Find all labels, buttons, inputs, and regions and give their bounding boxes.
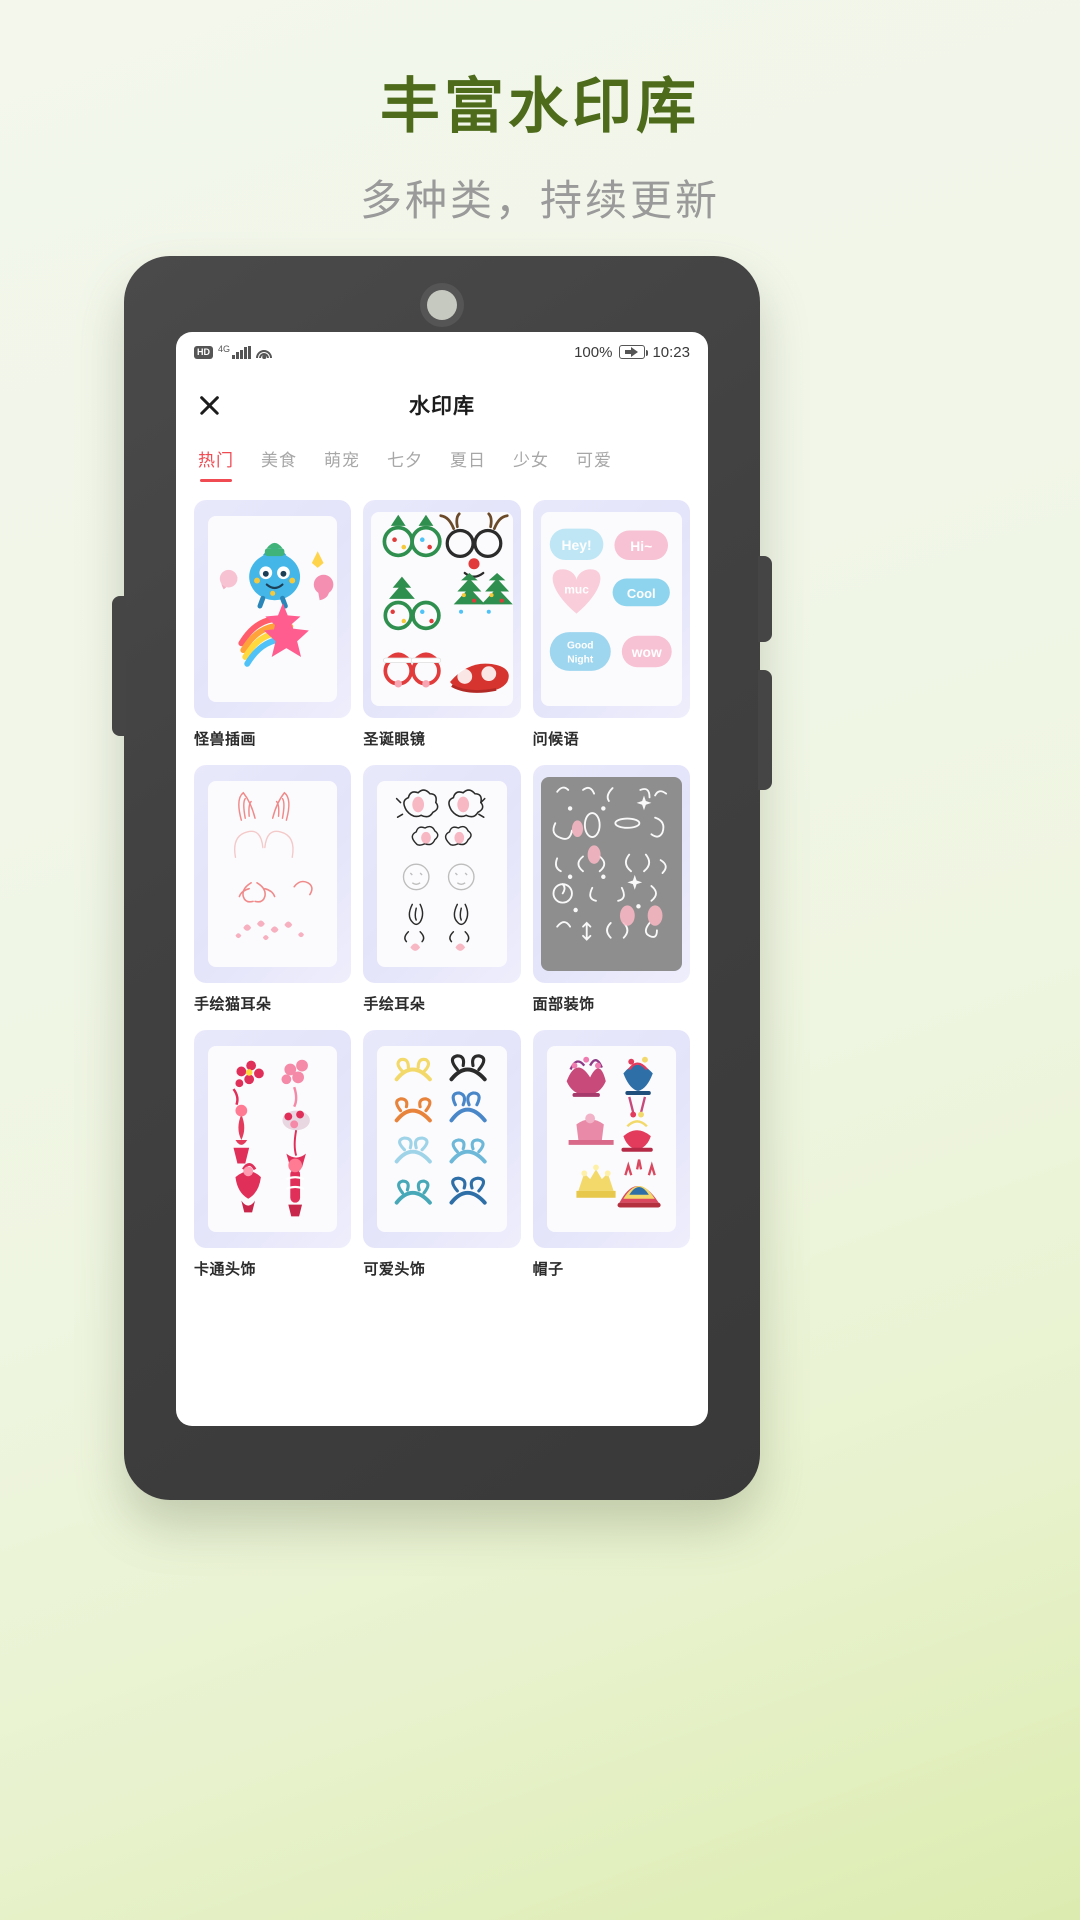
watermark-card-cute-headbands[interactable]: 可爱头饰 xyxy=(363,1030,521,1279)
thumbnail-inner xyxy=(540,777,682,971)
watermark-grid: 怪兽插画 圣诞眼镜 Hey! Hi~ muc Cool Good Night w… xyxy=(176,490,708,1426)
promo-header: 丰富水印库 多种类，持续更新 xyxy=(0,0,1080,228)
phone-side-button-left[interactable] xyxy=(112,596,126,736)
thumbnail[interactable] xyxy=(363,765,521,983)
monster-illustration-icon xyxy=(208,516,337,702)
hand-drawn-ears-icon xyxy=(377,781,506,967)
sticker-text-hi: Hi~ xyxy=(630,538,652,554)
network-type-label: 4G xyxy=(218,343,231,354)
greeting-stickers-icon: Hey! Hi~ muc Cool Good Night wow xyxy=(541,512,682,706)
sticker-text-night: Night xyxy=(567,655,594,666)
tab-food[interactable]: 美食 xyxy=(261,446,297,482)
thumbnail[interactable] xyxy=(194,1030,352,1248)
sticker-text-muc: muc xyxy=(564,582,589,596)
card-label: 面部装饰 xyxy=(532,996,595,1013)
card-label: 圣诞眼镜 xyxy=(363,731,426,748)
thumbnail[interactable] xyxy=(363,1030,521,1248)
wifi-icon xyxy=(256,346,273,359)
thumbnail-inner xyxy=(377,1046,507,1232)
thumbnail[interactable] xyxy=(194,765,352,983)
sticker-text-good: Good xyxy=(567,641,594,652)
phone-power-button[interactable] xyxy=(758,670,772,790)
watermark-card-hand-ears[interactable]: 手绘耳朵 xyxy=(363,765,521,1014)
signal-strength-bars xyxy=(232,345,251,359)
watermark-card-cat-ears[interactable]: 手绘猫耳朵 xyxy=(194,765,352,1014)
watermark-card-greetings[interactable]: Hey! Hi~ muc Cool Good Night wow 问候语 xyxy=(532,500,690,749)
cartoon-headwear-icon xyxy=(208,1046,337,1232)
watermark-card-monster[interactable]: 怪兽插画 xyxy=(194,500,352,749)
status-bar-right: 100% 10:23 xyxy=(574,344,690,361)
close-icon[interactable] xyxy=(196,392,222,418)
card-label: 怪兽插画 xyxy=(194,731,257,748)
thumbnail[interactable]: Hey! Hi~ muc Cool Good Night wow xyxy=(532,500,690,718)
tab-summer[interactable]: 夏日 xyxy=(450,446,486,482)
page-subtitle: 多种类，持续更新 xyxy=(359,177,720,224)
hand-drawn-cat-ears-icon xyxy=(208,781,337,967)
watermark-card-face-deco[interactable]: 面部装饰 xyxy=(532,765,690,1014)
app-bar-title: 水印库 xyxy=(409,395,475,418)
status-bar: HD 4G 100% 10:23 xyxy=(176,332,708,372)
thumbnail[interactable] xyxy=(363,500,521,718)
christmas-glasses-icon xyxy=(371,512,513,706)
tab-hot[interactable]: 热门 xyxy=(198,446,234,482)
card-label: 手绘猫耳朵 xyxy=(194,996,272,1013)
tab-cute[interactable]: 可爱 xyxy=(576,446,612,482)
page-title: 丰富水印库 xyxy=(380,73,700,140)
sticker-text-hey: Hey! xyxy=(561,537,591,553)
phone-screen: HD 4G 100% 10:23 水印库 热门 美食 萌宠 七夕 夏日 少女 可… xyxy=(176,332,708,1426)
card-label: 可爱头饰 xyxy=(363,1261,426,1278)
sticker-text-wow: wow xyxy=(630,644,661,660)
thumbnail-inner xyxy=(371,512,513,706)
status-bar-left: HD 4G xyxy=(194,343,273,359)
thumbnail[interactable] xyxy=(532,765,690,983)
app-bar: 水印库 xyxy=(176,372,708,438)
tab-girl[interactable]: 少女 xyxy=(513,446,549,482)
cute-headbands-icon xyxy=(377,1046,506,1232)
thumbnail-inner xyxy=(377,781,507,967)
thumbnail[interactable] xyxy=(532,1030,690,1248)
thumbnail[interactable] xyxy=(194,500,352,718)
tab-qixi[interactable]: 七夕 xyxy=(387,446,423,482)
card-label: 手绘耳朵 xyxy=(363,996,426,1013)
hd-icon: HD xyxy=(194,345,213,359)
category-tabs[interactable]: 热门 美食 萌宠 七夕 夏日 少女 可爱 xyxy=(176,438,708,490)
phone-volume-button[interactable] xyxy=(758,556,772,642)
thumbnail-inner xyxy=(208,1046,338,1232)
battery-icon xyxy=(619,345,649,359)
thumbnail-inner xyxy=(208,781,338,967)
card-label: 问候语 xyxy=(532,731,580,748)
card-label: 卡通头饰 xyxy=(194,1261,257,1278)
thumbnail-inner xyxy=(208,516,338,702)
hats-icon xyxy=(547,1046,676,1232)
card-label: 帽子 xyxy=(532,1261,564,1278)
signal-bars-icon: 4G xyxy=(218,343,251,359)
thumbnail-inner xyxy=(546,1046,676,1232)
face-decoration-icon xyxy=(541,777,682,971)
tab-pets[interactable]: 萌宠 xyxy=(324,446,360,482)
phone-mockup: HD 4G 100% 10:23 水印库 热门 美食 萌宠 七夕 夏日 少女 可… xyxy=(112,256,772,1500)
clock-label: 10:23 xyxy=(652,343,690,361)
watermark-card-cartoon-headwear[interactable]: 卡通头饰 xyxy=(194,1030,352,1279)
sticker-text-cool: Cool xyxy=(627,586,656,601)
watermark-card-xmas-glasses[interactable]: 圣诞眼镜 xyxy=(363,500,521,749)
battery-percent-label: 100% xyxy=(574,343,613,361)
watermark-card-hats[interactable]: 帽子 xyxy=(532,1030,690,1279)
thumbnail-inner: Hey! Hi~ muc Cool Good Night wow xyxy=(540,512,682,706)
front-camera-icon xyxy=(427,290,457,320)
